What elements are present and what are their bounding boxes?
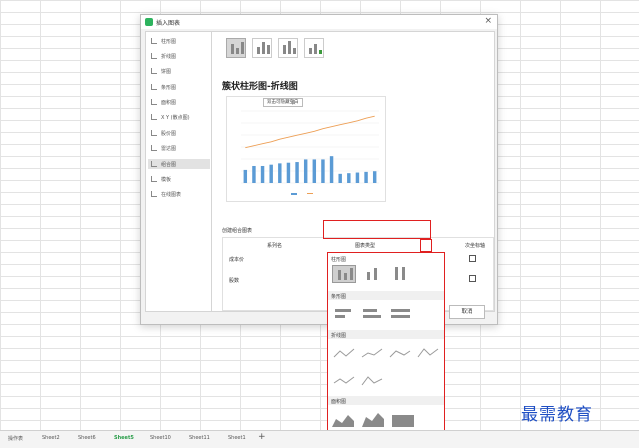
line-chart-icon <box>151 53 157 59</box>
bar <box>303 159 308 183</box>
scatter-chart-icon <box>151 114 157 120</box>
header-series-name: 系列名 <box>267 243 283 249</box>
line-markers-option <box>417 348 439 358</box>
app-logo-icon <box>145 18 153 26</box>
percent-bar-option[interactable] <box>388 305 412 323</box>
series-name-cell: 股数 <box>229 278 240 284</box>
preview-chart-svg <box>241 110 379 195</box>
chart-type-scatter[interactable]: X Y (散点图) <box>148 112 210 122</box>
area-option <box>332 415 354 427</box>
area-options-svg <box>332 413 414 427</box>
column-chart-icon <box>151 38 157 44</box>
bar <box>364 171 368 183</box>
bar <box>329 156 334 183</box>
bar <box>355 172 360 183</box>
combo-variant-4[interactable] <box>304 38 324 58</box>
stacked-line-markers-option <box>333 376 355 384</box>
chart-preview: 双击可隐藏空白 表 <box>226 96 386 202</box>
bar <box>278 163 282 183</box>
dropdown-group-label: 面积图 <box>331 399 347 405</box>
area-chart-icon <box>151 99 157 105</box>
bar <box>252 165 256 183</box>
clustered-column-option[interactable] <box>332 265 356 283</box>
series-line <box>245 115 375 149</box>
combo-section-label: 创建组合图表 <box>222 228 253 234</box>
bar <box>269 164 273 183</box>
percent-area-option <box>392 415 414 427</box>
sheet-tab-active[interactable]: Sheet5 <box>114 435 134 441</box>
percent-line-option <box>389 350 411 358</box>
header-secondary-axis: 次坐标轴 <box>465 243 486 249</box>
sheet-tab[interactable]: Sheet1 <box>228 435 246 441</box>
line-option <box>333 348 355 358</box>
cancel-button[interactable]: 取消 <box>449 305 485 319</box>
combo-variant-3[interactable] <box>278 38 298 58</box>
highlight-chart-type-header <box>323 220 431 239</box>
dropdown-group-label: 折线图 <box>331 333 347 339</box>
combo-chart-icon <box>151 161 157 167</box>
chart-type-radar[interactable]: 雷达图 <box>148 143 210 153</box>
bar <box>286 162 291 183</box>
stock-chart-icon <box>151 130 157 136</box>
line-options-svg <box>333 348 439 386</box>
chart-type-pie[interactable]: 饼图 <box>148 66 210 76</box>
watermark: 最需教育 <box>521 405 593 425</box>
chart-type-template[interactable]: 模板 <box>148 174 210 184</box>
preview-tooltip: 双击可隐藏空白 <box>263 98 303 107</box>
bar <box>372 171 377 183</box>
bar <box>295 162 299 183</box>
sheet-tab[interactable]: Sheet11 <box>189 435 210 441</box>
chart-type-online[interactable]: 在线图表 <box>148 189 210 199</box>
percent-column-option[interactable] <box>388 265 412 283</box>
stacked-line-option <box>361 348 383 358</box>
pie-chart-icon <box>151 68 157 74</box>
combo-variant-2[interactable] <box>252 38 272 58</box>
secondary-axis-checkbox[interactable] <box>469 255 476 262</box>
highlight-dropdown-arrow <box>420 239 432 252</box>
sheet-tab-bar: 操作表 Sheet2 Sheet6 Sheet5 Sheet10 Sheet11… <box>0 430 639 448</box>
bar <box>243 169 248 183</box>
header-chart-type: 图表类型 <box>355 243 376 249</box>
bar <box>260 165 265 183</box>
sheet-tab[interactable]: Sheet2 <box>42 435 60 441</box>
sheet-tab[interactable]: Sheet6 <box>78 435 96 441</box>
radar-chart-icon <box>151 145 157 151</box>
chart-type-bar[interactable]: 条形图 <box>148 82 210 92</box>
bar <box>347 173 351 183</box>
close-icon[interactable]: × <box>484 16 492 26</box>
chart-type-column[interactable]: 柱形图 <box>148 36 210 46</box>
chart-type-area[interactable]: 面积图 <box>148 97 210 107</box>
online-chart-icon <box>151 191 157 197</box>
bar <box>338 173 342 183</box>
series-name-cell: 成本价 <box>229 257 245 263</box>
secondary-axis-checkbox[interactable] <box>469 275 476 282</box>
stacked-bar-option[interactable] <box>360 305 384 323</box>
stacked-column-option[interactable] <box>360 265 384 283</box>
dialog-title-bar: 插入图表 × <box>141 15 497 29</box>
dropdown-group-label: 条形图 <box>331 294 347 300</box>
chart-type-line[interactable]: 折线图 <box>148 51 210 61</box>
dropdown-group-label: 柱形图 <box>331 257 347 263</box>
bar <box>312 159 317 183</box>
dialog-title: 插入图表 <box>156 20 181 27</box>
percent-line-markers-option <box>361 376 383 386</box>
template-icon <box>151 176 157 182</box>
chart-type-dropdown: 柱形图 条形图 折线图 面积图 饼图 <box>327 252 445 442</box>
chart-type-list: 柱形图 折线图 饼图 条形图 面积图 X Y (散点图) 股价图 雷达图 组合图… <box>146 32 212 311</box>
chart-heading: 簇状柱形图-折线图 <box>222 82 298 92</box>
sheet-tab[interactable]: Sheet10 <box>150 435 171 441</box>
chart-type-stock[interactable]: 股价图 <box>148 128 210 138</box>
stacked-area-option <box>362 413 384 427</box>
legend-swatch <box>307 193 313 194</box>
chart-type-combo[interactable]: 组合图 <box>148 159 210 169</box>
combo-variant-1[interactable] <box>226 38 246 58</box>
sheet-tab[interactable]: 操作表 <box>8 435 23 442</box>
bar-chart-icon <box>151 84 157 90</box>
add-sheet-button[interactable]: + <box>258 432 266 442</box>
bar <box>321 159 325 183</box>
clustered-bar-option[interactable] <box>332 305 356 323</box>
preview-title-fragment: 表 <box>291 101 296 106</box>
legend-swatch <box>291 193 297 195</box>
